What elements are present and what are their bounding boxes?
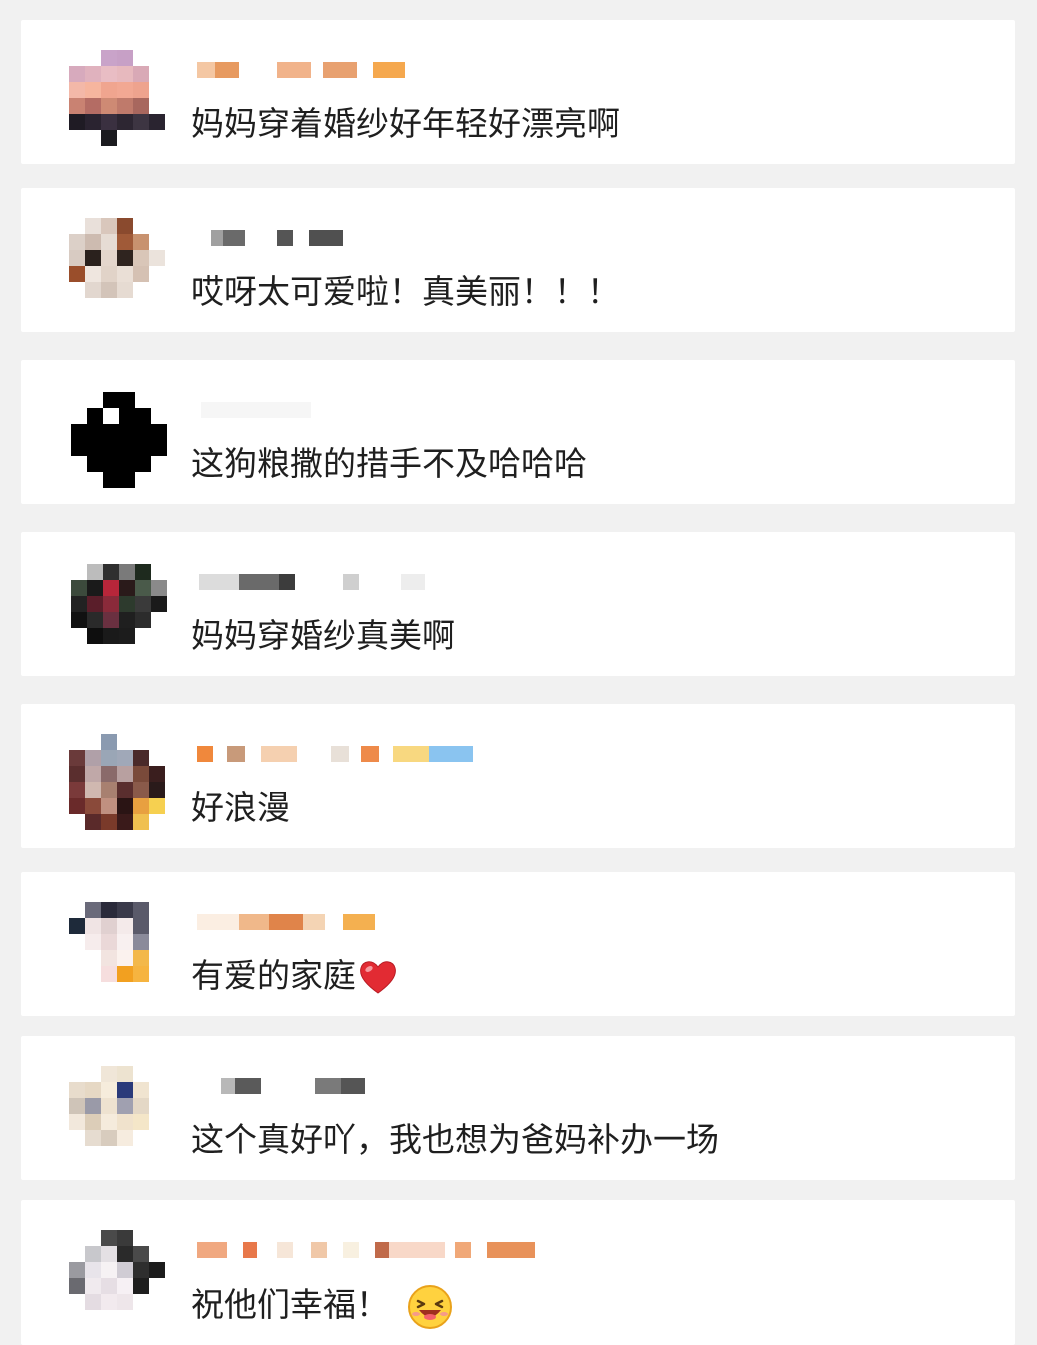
user-avatar[interactable] (69, 218, 165, 314)
comment-card[interactable]: 有爱的家庭 (21, 872, 1015, 1016)
username-redacted[interactable] (191, 574, 531, 594)
username-redacted[interactable] (191, 230, 531, 250)
username-redacted[interactable] (191, 914, 531, 934)
user-avatar[interactable] (69, 902, 165, 998)
laughing-face-emoji-icon (408, 1285, 452, 1329)
comment-text: 有爱的家庭 (191, 956, 398, 997)
comment-text: 妈妈穿着婚纱好年轻好漂亮啊 (191, 104, 620, 143)
username-redacted[interactable] (191, 1242, 535, 1262)
comment-card[interactable]: 妈妈穿着婚纱好年轻好漂亮啊 (21, 20, 1015, 164)
user-avatar[interactable] (71, 392, 167, 488)
user-avatar[interactable] (71, 564, 167, 660)
username-redacted[interactable] (191, 402, 531, 422)
comment-card[interactable]: 这狗粮撒的措手不及哈哈哈 (21, 360, 1015, 504)
username-redacted[interactable] (191, 62, 531, 82)
comment-text: 祝他们幸福！ (191, 1284, 453, 1330)
comment-text: 哎呀太可爱啦！真美丽！！！ (191, 272, 620, 311)
comment-text: 这狗粮撒的措手不及哈哈哈 (191, 444, 587, 483)
username-redacted[interactable] (191, 1078, 531, 1098)
comment-text: 妈妈穿婚纱真美啊 (191, 616, 455, 655)
comment-card[interactable]: 这个真好吖，我也想为爸妈补办一场 (21, 1036, 1015, 1180)
user-avatar[interactable] (69, 1230, 165, 1326)
comment-card[interactable]: 哎呀太可爱啦！真美丽！！！ (21, 188, 1015, 332)
user-avatar[interactable] (69, 50, 165, 146)
comment-text: 这个真好吖，我也想为爸妈补办一场 (191, 1120, 719, 1159)
comment-card[interactable]: 好浪漫 (21, 704, 1015, 848)
username-redacted[interactable] (191, 746, 531, 766)
red-heart-emoji-icon (360, 961, 396, 994)
user-avatar[interactable] (69, 1066, 165, 1162)
comment-card[interactable]: 祝他们幸福！ (21, 1200, 1015, 1345)
comment-text: 好浪漫 (191, 788, 290, 827)
comment-card[interactable]: 妈妈穿婚纱真美啊 (21, 532, 1015, 676)
user-avatar[interactable] (69, 734, 165, 830)
